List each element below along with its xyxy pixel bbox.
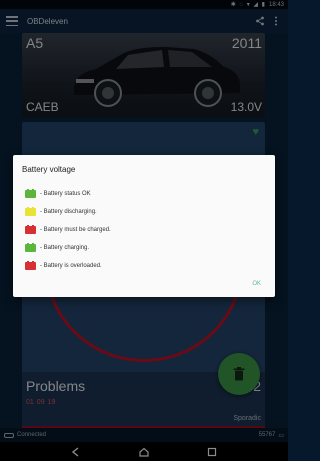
battery-voltage-dialog: Battery voltage - Battery status OK - Ba… <box>13 155 275 297</box>
dialog-title: Battery voltage <box>22 165 76 174</box>
battery-icon <box>25 207 36 216</box>
legend-label: - Battery must be charged. <box>40 227 111 233</box>
battery-icon <box>25 189 36 198</box>
battery-icon <box>25 225 36 234</box>
ok-button[interactable]: OK <box>252 281 261 287</box>
legend-label: - Battery charging. <box>40 245 90 251</box>
legend-label: - Battery discharging. <box>40 209 97 215</box>
legend-row: - Battery is overloaded. <box>25 257 111 275</box>
legend-label: - Battery is overloaded. <box>40 263 102 269</box>
legend-row: - Battery charging. <box>25 239 111 257</box>
battery-legend: - Battery status OK - Battery dischargin… <box>25 185 111 275</box>
legend-row: - Battery status OK <box>25 185 111 203</box>
legend-row: - Battery must be charged. <box>25 221 111 239</box>
battery-icon <box>25 243 36 252</box>
legend-row: - Battery discharging. <box>25 203 111 221</box>
battery-icon <box>25 261 36 270</box>
legend-label: - Battery status OK <box>40 191 91 197</box>
